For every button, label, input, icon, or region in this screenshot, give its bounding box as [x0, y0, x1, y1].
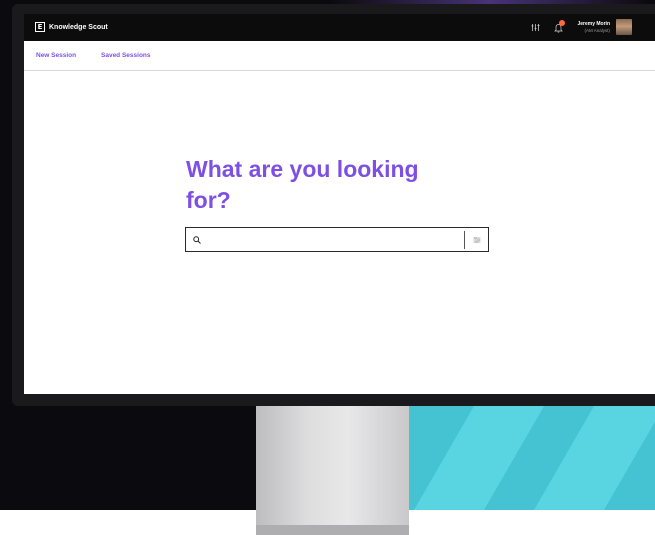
settings-icon[interactable]: [473, 236, 481, 244]
app-window: E Knowledge Scout Jeremy Morin (AM Analy…: [24, 14, 655, 394]
avatar[interactable]: [616, 19, 632, 35]
monitor-stand-base: [256, 525, 409, 535]
decorative-stripe: [400, 405, 557, 510]
page-title: What are you looking for?: [186, 156, 419, 213]
search-input[interactable]: [206, 231, 461, 249]
user-role: (AM Analyst): [584, 28, 610, 33]
app-title: Knowledge Scout: [49, 23, 108, 31]
logo-icon: E: [35, 22, 45, 32]
session-tabs: New Session Saved Sessions: [24, 41, 655, 71]
search-divider: [464, 231, 465, 249]
decorative-teal-panel: [400, 405, 655, 510]
brand[interactable]: E Knowledge Scout: [35, 22, 108, 32]
filter-icon[interactable]: [531, 23, 540, 32]
search-icon: [193, 236, 201, 244]
search-bar[interactable]: [185, 227, 489, 252]
monitor-stand: [256, 406, 409, 535]
top-bar: E Knowledge Scout Jeremy Morin (AM Analy…: [24, 14, 655, 41]
notification-badge: [559, 20, 565, 26]
tab-saved-sessions[interactable]: Saved Sessions: [101, 52, 151, 59]
tab-new-session[interactable]: New Session: [36, 52, 76, 59]
user-name[interactable]: Jeremy Morin: [570, 21, 610, 27]
